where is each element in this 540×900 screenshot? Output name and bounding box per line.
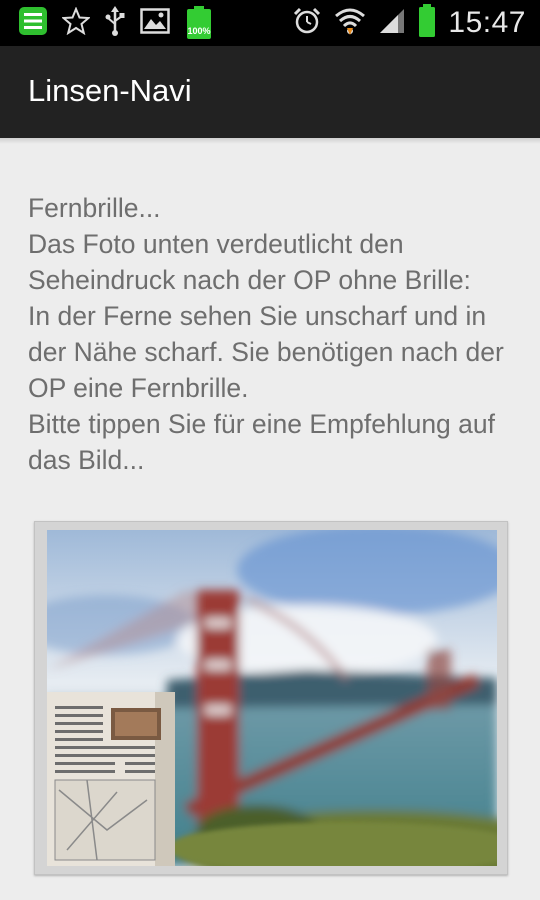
recommendation-photo-button[interactable] — [34, 521, 508, 875]
alarm-icon — [292, 6, 322, 41]
description-line: Das Foto unten verdeutlicht den Seheindr… — [28, 229, 471, 295]
photo-golden-gate-blurred-icon — [47, 530, 497, 866]
battery-full-icon: 100% — [184, 6, 214, 40]
status-bar: 100% 15:47 — [0, 0, 540, 46]
info-text: Fernbrille... Das Foto unten verdeutlich… — [28, 190, 523, 478]
action-bar-shadow — [0, 138, 540, 144]
usb-icon — [104, 5, 126, 41]
heading-line: Fernbrille... — [28, 193, 161, 223]
signal-icon — [378, 7, 406, 40]
star-icon — [60, 5, 92, 40]
action-bar: Linsen-Navi — [0, 46, 540, 138]
instruction-line: Bitte tippen Sie für eine Empfehlung auf… — [28, 409, 495, 475]
app-title: Linsen-Navi — [28, 73, 192, 108]
battery-icon — [418, 3, 436, 43]
status-clock: 15:47 — [448, 6, 526, 39]
battery-percent-label: 100% — [187, 26, 211, 36]
image-icon — [140, 7, 170, 39]
list-icon — [18, 6, 48, 41]
wifi-icon — [334, 6, 366, 41]
detail-line: In der Ferne sehen Sie unscharf und in d… — [28, 301, 504, 403]
